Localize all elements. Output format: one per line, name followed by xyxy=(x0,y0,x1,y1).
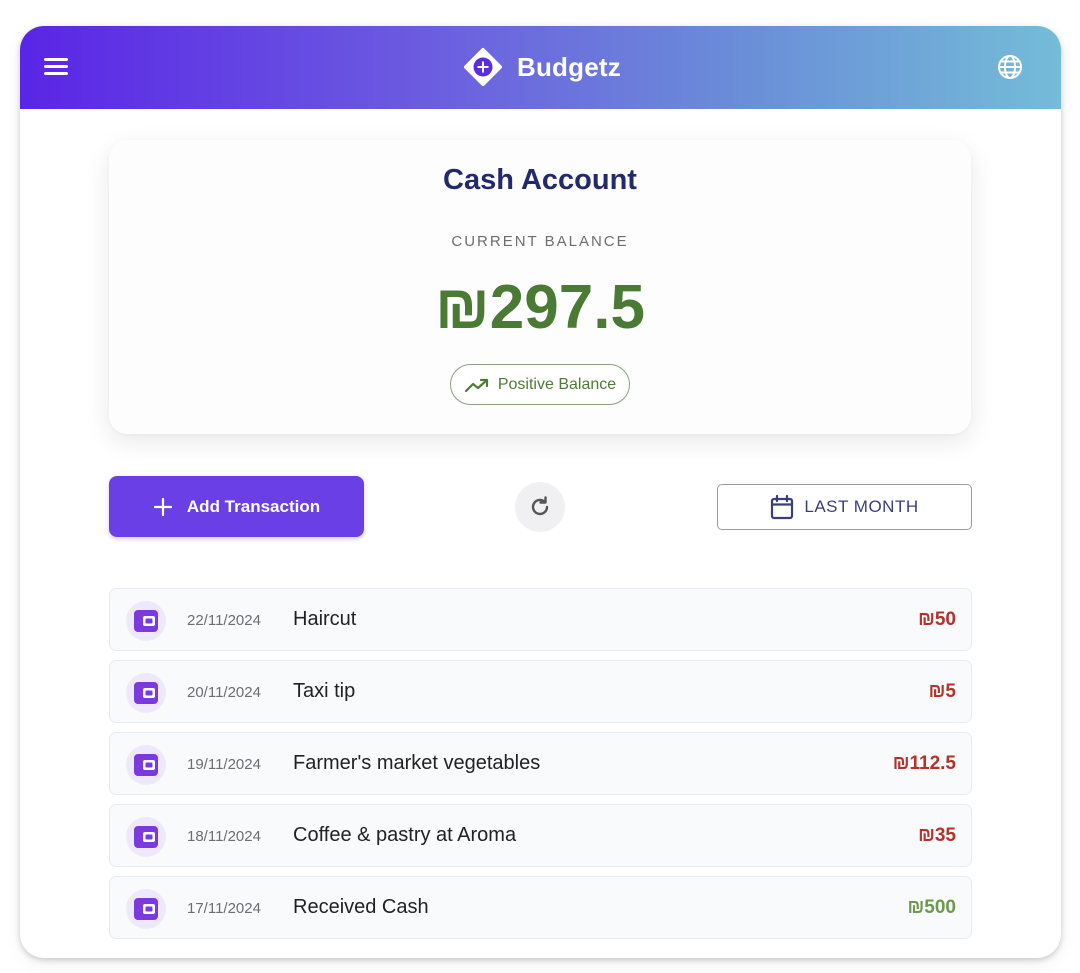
globe-icon[interactable] xyxy=(996,53,1024,81)
balance-amount: ₪297.5 xyxy=(435,273,645,342)
wallet-icon xyxy=(126,889,166,929)
wallet-icon xyxy=(126,817,166,857)
hamburger-menu-icon[interactable] xyxy=(40,53,72,81)
transaction-amount: ₪5 xyxy=(928,681,956,702)
add-transaction-button[interactable]: Add Transaction xyxy=(109,476,364,537)
transaction-description: Taxi tip xyxy=(293,680,356,702)
transaction-row[interactable]: 18/11/2024 Coffee & pastry at Aroma ₪35 xyxy=(109,804,972,867)
status-badge-label: Positive Balance xyxy=(497,375,617,393)
transaction-row[interactable]: 20/11/2024 Taxi tip ₪5 xyxy=(109,660,972,723)
transaction-description: Coffee & pastry at Aroma xyxy=(293,824,517,846)
account-title: Cash Account xyxy=(443,164,637,196)
date-range-button[interactable]: LAST MONTH xyxy=(717,484,972,530)
refresh-button[interactable] xyxy=(515,482,565,532)
transaction-date: 17/11/2024 xyxy=(187,900,261,917)
wallet-icon xyxy=(126,673,166,713)
balance-card: Cash Account CURRENT BALANCE ₪297.5 Posi… xyxy=(109,140,971,434)
diamond-plus-logo-icon xyxy=(461,45,505,89)
app-window: Budgetz Cash Account CURRENT BALANCE ₪29… xyxy=(20,26,1061,958)
brand-name: Budgetz xyxy=(517,51,621,82)
transaction-date: 18/11/2024 xyxy=(187,828,261,845)
wallet-icon xyxy=(126,745,166,785)
transaction-list: 22/11/2024 Haircut ₪50 20/11/2024 Taxi tip ₪5… xyxy=(109,588,972,948)
wallet-icon xyxy=(126,601,166,641)
transaction-date: 22/11/2024 xyxy=(187,612,261,629)
calendar-icon xyxy=(771,494,794,520)
transaction-amount: ₪112.5 xyxy=(892,753,956,774)
transaction-row[interactable]: 19/11/2024 Farmer's market vegetables ₪112… xyxy=(109,732,972,795)
brand-logo[interactable]: Budgetz xyxy=(461,45,621,89)
transaction-description: Haircut xyxy=(293,608,357,630)
plus-icon xyxy=(153,497,173,516)
transaction-amount: ₪35 xyxy=(918,825,956,846)
transaction-row[interactable]: 22/11/2024 Haircut ₪50 xyxy=(109,588,972,651)
add-transaction-label: Add Transaction xyxy=(186,496,321,516)
balance-caption: CURRENT BALANCE xyxy=(451,233,629,250)
refresh-icon xyxy=(531,496,549,516)
transaction-row[interactable]: 17/11/2024 Received Cash ₪500 xyxy=(109,876,972,939)
status-badge: Positive Balance xyxy=(450,364,630,405)
transaction-date: 20/11/2024 xyxy=(187,684,261,701)
transaction-description: Received Cash xyxy=(293,896,429,918)
app-header: Budgetz xyxy=(20,26,1061,109)
transaction-description: Farmer's market vegetables xyxy=(293,752,541,774)
transaction-amount: ₪500 xyxy=(907,897,957,918)
date-range-label: LAST MONTH xyxy=(804,497,919,516)
trending-up-icon xyxy=(464,378,488,392)
transaction-amount: ₪50 xyxy=(918,609,956,630)
transaction-date: 19/11/2024 xyxy=(187,756,261,773)
